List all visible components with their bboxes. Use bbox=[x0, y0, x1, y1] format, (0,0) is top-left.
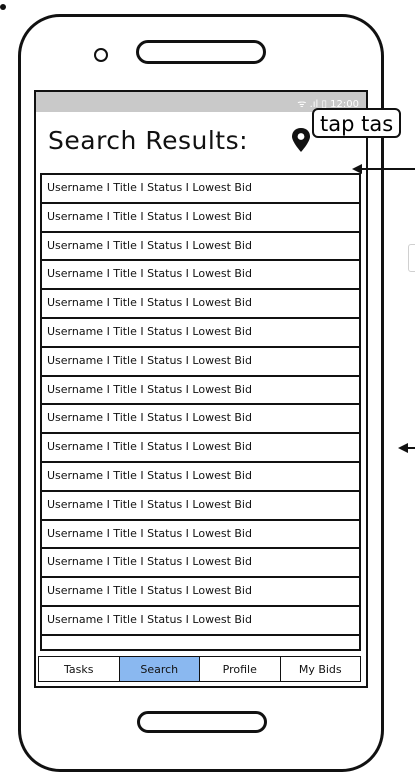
results-list: Username I Title I Status I Lowest Bid U… bbox=[40, 173, 361, 651]
bottom-tab-bar: Tasks Search Profile My Bids bbox=[38, 656, 361, 682]
annotation-label: tap tas bbox=[312, 108, 402, 138]
list-item[interactable]: Username I Title I Status I Lowest Bid bbox=[42, 463, 359, 492]
list-item[interactable]: Username I Title I Status I Lowest Bid bbox=[42, 290, 359, 319]
arrow-left-icon bbox=[398, 443, 415, 453]
list-item[interactable]: Username I Title I Status I Lowest Bid bbox=[42, 261, 359, 291]
list-item[interactable]: Username I Title I Status I Lowest Bid bbox=[42, 175, 359, 204]
corner-dot bbox=[0, 4, 6, 10]
list-item[interactable]: Username I Title I Status I Lowest Bid bbox=[42, 405, 359, 435]
list-item[interactable]: Username I Title I Status I Lowest Bid bbox=[42, 319, 359, 348]
speaker-slot bbox=[136, 40, 266, 64]
list-item[interactable]: Username I Title I Status I Lowest Bid bbox=[42, 233, 359, 262]
offscreen-element bbox=[408, 244, 415, 272]
home-button[interactable] bbox=[137, 711, 267, 733]
tab-search[interactable]: Search bbox=[119, 657, 200, 681]
map-pin-icon[interactable] bbox=[290, 127, 312, 153]
tab-tasks[interactable]: Tasks bbox=[39, 657, 120, 681]
page-title: Search Results: bbox=[48, 126, 249, 155]
list-item[interactable]: Username I Title I Status I Lowest Bid bbox=[42, 377, 359, 406]
list-item[interactable]: Username I Title I Status I Lowest Bid bbox=[42, 348, 359, 377]
list-item[interactable]: Username I Title I Status I Lowest Bid bbox=[42, 521, 359, 550]
list-item-empty bbox=[42, 636, 359, 649]
list-item[interactable]: Username I Title I Status I Lowest Bid bbox=[42, 578, 359, 607]
tab-profile[interactable]: Profile bbox=[200, 657, 281, 681]
list-item[interactable]: Username I Title I Status I Lowest Bid bbox=[42, 434, 359, 463]
list-item[interactable]: Username I Title I Status I Lowest Bid bbox=[42, 204, 359, 233]
camera-icon bbox=[94, 48, 108, 62]
list-item[interactable]: Username I Title I Status I Lowest Bid bbox=[42, 492, 359, 521]
list-item[interactable]: Username I Title I Status I Lowest Bid bbox=[42, 549, 359, 579]
tab-my-bids[interactable]: My Bids bbox=[280, 657, 360, 681]
list-item[interactable]: Username I Title I Status I Lowest Bid bbox=[42, 607, 359, 636]
